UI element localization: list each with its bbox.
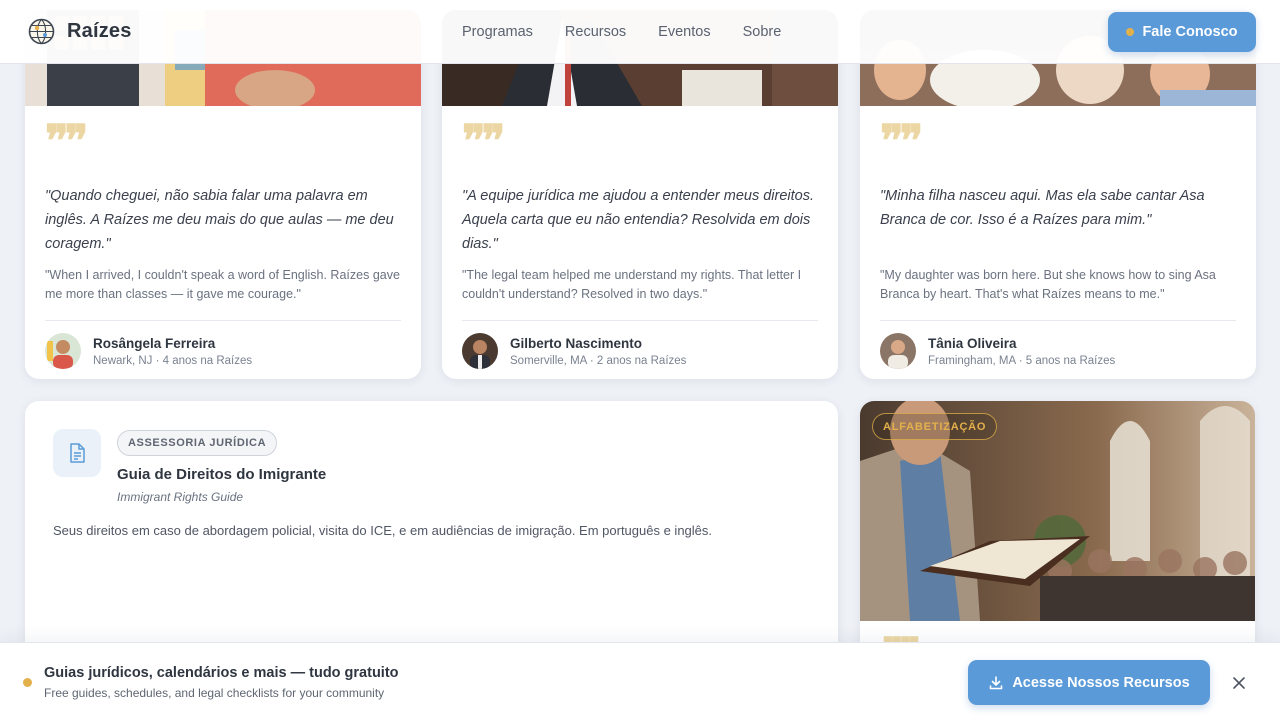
testimonial-author: Tânia Oliveira Framingham, MA · 5 anos n… (880, 333, 1236, 369)
category-tag: ASSESSORIA JURÍDICA (117, 430, 278, 456)
quote-mark-icon: ❞❞ (45, 116, 88, 167)
nav-sobre[interactable]: Sobre (727, 24, 798, 40)
testimonial-quote-pt: "A equipe jurídica me ajudou a entender … (462, 188, 815, 252)
banner-title: Guias jurídicos, calendários e mais — tu… (44, 665, 399, 681)
brand[interactable]: Raízes (28, 18, 132, 45)
contact-button[interactable]: Fale Conosco (1108, 12, 1256, 52)
divider (45, 320, 401, 321)
resource-card[interactable]: ASSESSORIA JURÍDICA Guia de Direitos do … (25, 401, 838, 661)
site-header: Raízes Programas Recursos Eventos Sobre … (0, 0, 1280, 64)
nav-recursos[interactable]: Recursos (549, 24, 642, 40)
testimonial-quote-en: "The legal team helped me understand my … (462, 268, 802, 301)
testimonial-quote-pt: "Quando cheguei, não sabia falar uma pal… (45, 188, 394, 252)
resource-subtitle: Immigrant Rights Guide (117, 490, 244, 504)
author-name: Gilberto Nascimento (510, 335, 643, 351)
avatar (45, 333, 81, 369)
testimonial-quote-en: "When I arrived, I couldn't speak a word… (45, 268, 400, 301)
author-name: Tânia Oliveira (928, 335, 1017, 351)
testimonial-author: Gilberto Nascimento Somerville, MA · 2 a… (462, 333, 818, 369)
status-dot-icon (1126, 28, 1135, 36)
divider (880, 320, 1236, 321)
resource-title: Guia de Direitos do Imigrante (117, 466, 327, 483)
author-meta: Somerville, MA · 2 anos na Raízes (510, 354, 687, 367)
banner-subtitle: Free guides, schedules, and legal checkl… (44, 686, 385, 700)
access-resources-button[interactable]: Acesse Nossos Recursos (968, 660, 1210, 705)
testimonial-quote-pt: "Minha filha nasceu aqui. Mas ela sabe c… (880, 188, 1205, 228)
download-icon (990, 675, 1003, 689)
main-nav: Programas Recursos Eventos Sobre (446, 0, 797, 64)
author-meta: Framingham, MA · 5 anos na Raízes (928, 354, 1116, 367)
avatar (462, 333, 498, 369)
nav-programas[interactable]: Programas (446, 24, 549, 40)
category-tag: ALFABETIZAÇÃO (872, 413, 998, 440)
resource-description: Seus direitos em caso de abordagem polic… (53, 523, 713, 538)
brand-name: Raízes (67, 20, 132, 42)
status-dot-icon (23, 678, 32, 687)
testimonial-card: ❞❞ "Quando cheguei, não sabia falar uma … (25, 10, 421, 379)
access-resources-label: Acesse Nossos Recursos (1012, 674, 1190, 691)
resources-banner: Guias jurídicos, calendários e mais — tu… (0, 642, 1280, 720)
nav-eventos[interactable]: Eventos (642, 24, 726, 40)
close-icon[interactable] (1229, 673, 1249, 693)
testimonial-card: ❞❞ "A equipe jurídica me ajudou a entend… (442, 10, 838, 379)
author-meta: Newark, NJ · 4 anos na Raízes (93, 354, 253, 367)
testimonial-quote-en: "My daughter was born here. But she know… (880, 268, 1216, 301)
testimonial-card: ❞❞ "Minha filha nasceu aqui. Mas ela sab… (860, 10, 1256, 379)
divider (462, 320, 818, 321)
testimonial-author: Rosângela Ferreira Newark, NJ · 4 anos n… (45, 333, 401, 369)
avatar (880, 333, 916, 369)
document-icon (53, 429, 101, 477)
author-name: Rosângela Ferreira (93, 335, 216, 351)
quote-mark-icon: ❞❞ (462, 116, 505, 167)
contact-button-label: Fale Conosco (1142, 24, 1238, 40)
globe-logo-icon (28, 18, 55, 45)
quote-mark-icon: ❞❞ (880, 116, 923, 167)
